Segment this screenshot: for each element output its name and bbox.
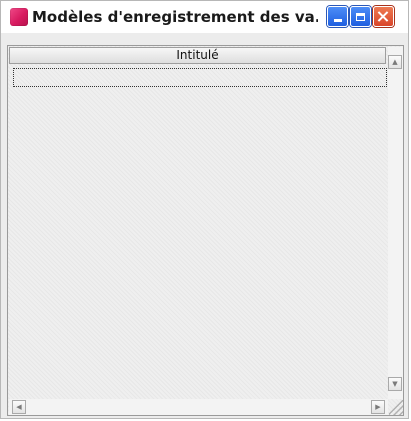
app-icon xyxy=(10,8,28,26)
maximize-button[interactable] xyxy=(350,6,371,27)
app-window: Modèles d'enregistrement des va... Intit… xyxy=(0,0,409,419)
scroll-down-button[interactable]: ▼ xyxy=(388,377,402,391)
title-bar[interactable]: Modèles d'enregistrement des va... xyxy=(1,1,408,33)
minimize-button[interactable] xyxy=(327,6,348,27)
scroll-up-button[interactable]: ▲ xyxy=(388,55,402,69)
scroll-left-button[interactable]: ◀ xyxy=(12,400,26,414)
column-header-intitule[interactable]: Intitulé xyxy=(9,47,386,64)
close-icon xyxy=(378,11,389,22)
focused-empty-row[interactable] xyxy=(13,68,387,87)
horizontal-scrollbar[interactable]: ◀ ▶ xyxy=(9,399,388,415)
minimize-icon xyxy=(333,18,342,22)
window-title: Modèles d'enregistrement des va... xyxy=(32,8,318,26)
vertical-scrollbar[interactable]: ▲ ▼ xyxy=(388,47,403,399)
list-view[interactable]: Intitulé ▲ ▼ ◀ ▶ xyxy=(7,45,404,416)
maximize-icon xyxy=(356,12,365,21)
scroll-right-button[interactable]: ▶ xyxy=(371,400,385,414)
close-button[interactable] xyxy=(373,6,394,27)
resize-grip-icon[interactable] xyxy=(389,400,403,415)
